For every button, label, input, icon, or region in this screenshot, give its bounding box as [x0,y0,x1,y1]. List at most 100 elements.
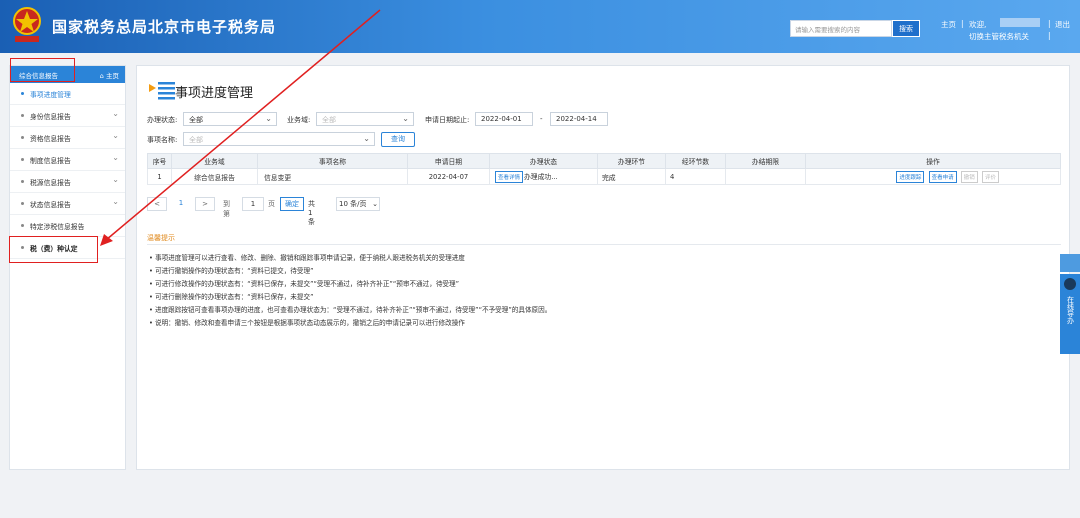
online-guide-widget[interactable]: 在线导办 [1060,254,1080,354]
page-title: 事项进度管理 [175,86,254,101]
goto-confirm-button[interactable]: 确定 [280,197,304,211]
goto-page-input[interactable]: 1 [242,197,264,211]
next-page-button[interactable]: > [195,197,215,211]
date-from-input[interactable]: 2022-04-01 [475,112,533,126]
online-guide-label: 在线导办 [1066,296,1075,324]
chevron-down-icon: ⌄ [112,109,119,118]
sidebar-item-tax-source[interactable]: 税源信息报告 ⌄ [10,171,125,193]
page-size-select[interactable]: 10 条/页 ⌄ [336,197,380,211]
progress-table: 序号 业务域 事项名称 申请日期 办理状态 办理环节 经环节数 办结期限 操作 … [147,153,1061,185]
bullet-icon [21,92,24,95]
query-button[interactable]: 查询 [381,132,415,147]
bullet-icon [21,136,24,139]
col-date: 申请日期 [407,153,490,169]
sidebar-item-status[interactable]: 状态信息报告 ⌄ [10,193,125,215]
sidebar: 综合信息报告 ⌂ 主页 事项进度管理 身份信息报告 ⌄ 资格信息报告 ⌄ 制度信… [9,65,126,470]
separator: | [1048,31,1051,40]
site-title: 国家税务总局北京市电子税务局 [52,18,277,36]
tax-emblem-icon [13,7,41,42]
track-progress-button[interactable]: 进度跟踪 [896,170,925,183]
goto-label: 到第 [223,200,230,218]
switch-org-link[interactable]: 切换主管税务机关 [969,31,1029,42]
table-header-row: 序号 业务域 事项名称 申请日期 办理状态 办理环节 经环节数 办结期限 操作 [147,153,1061,169]
col-domain: 业务域 [171,153,258,169]
col-steps: 经环节数 [665,153,726,169]
bullet-icon [21,158,24,161]
annotation-box-tax-type [9,236,98,263]
rate-button[interactable]: 评价 [981,170,999,183]
separator: | [1048,19,1051,28]
status-select[interactable]: 全部 ⌄ [183,112,277,126]
view-application-button[interactable]: 查看申请 [928,170,957,183]
date-separator: - [540,115,543,123]
cell-domain: 综合信息报告 [171,168,258,185]
cell-status: 查看详情 办理成功... [489,168,598,185]
status-filter-label: 办理状态: [147,116,178,124]
user-icon [1060,254,1080,272]
revoke-button[interactable]: 撤销 [960,170,978,183]
cell-actions: 进度跟踪 查看申请 撤销 评价 [805,168,1061,185]
search-input[interactable]: 请输入需要搜索的内容 [790,20,892,37]
col-index: 序号 [147,153,172,169]
col-deadline: 办结期限 [725,153,806,169]
chevron-down-icon: ⌄ [112,153,119,162]
cell-stage: 完成 [597,168,666,185]
chevron-down-icon: ⌄ [363,134,370,143]
col-status: 办理状态 [489,153,598,169]
tips-title: 温馨提示 [147,234,175,242]
chevron-down-icon: ⌄ [372,200,378,208]
tip-line-3: • 可进行修改操作的办理状态有：“资料已保存，未提交”“受理不通过，待补齐补正”… [149,280,460,288]
chevron-down-icon: ⌄ [265,114,272,123]
date-to-input[interactable]: 2022-04-14 [550,112,608,126]
sidebar-item-system[interactable]: 制度信息报告 ⌄ [10,149,125,171]
chevron-down-icon: ⌄ [112,131,119,140]
logout-link[interactable]: 退出 [1055,19,1070,30]
col-stage: 办理环节 [597,153,666,169]
item-select[interactable]: 全部 ⌄ [183,132,375,146]
cell-index: 1 [147,168,172,185]
bullet-icon [21,202,24,205]
sidebar-item-identity[interactable]: 身份信息报告 ⌄ [10,105,125,127]
sidebar-item-qualification[interactable]: 资格信息报告 ⌄ [10,127,125,149]
avatar-icon [1064,278,1076,290]
col-item: 事项名称 [257,153,408,169]
table-row: 1 综合信息报告 信息变更 2022-04-07 查看详情 办理成功... 完成 … [147,168,1061,185]
list-icon [149,82,175,100]
view-detail-button[interactable]: 查看详情 [495,170,524,183]
sidebar-item-progress[interactable]: 事项进度管理 [10,83,125,105]
tip-line-4: • 可进行删除操作的办理状态有：“资料已保存，未提交” [149,293,314,301]
item-filter-label: 事项名称: [147,136,178,144]
prev-page-button[interactable]: < [147,197,167,211]
bullet-icon [21,114,24,117]
page-number-1[interactable]: 1 [172,197,190,211]
home-link[interactable]: 主页 [941,19,956,30]
chevron-down-icon: ⌄ [112,197,119,206]
sidebar-item-specific[interactable]: 特定涉税信息报告 [10,215,125,237]
cell-deadline [725,168,806,185]
chevron-down-icon: ⌄ [402,114,409,123]
domain-select[interactable]: 全部 ⌄ [316,112,414,126]
user-name-redacted [1000,18,1040,27]
bullet-icon [21,180,24,183]
separator: | [961,19,964,28]
chevron-down-icon: ⌄ [112,175,119,184]
cell-item: 信息变更 [257,168,408,185]
tip-line-5: • 进度跟踪按钮可查看事项办理的进度，也可查看办理状态为：“受理不通过，待补齐补… [149,306,552,314]
online-guide-button[interactable]: 在线导办 [1060,274,1080,354]
search-button[interactable]: 搜索 [892,20,920,37]
total-count: 共 1 条 [308,200,315,226]
tip-line-1: • 事项进度管理可以进行查看、修改、删除、撤销和跟踪事项申请记录，便于纳税人跟进… [149,254,465,262]
tip-line-6: • 说明：撤销、修改和查看申请三个按钮是根据事项状态动态展示的，撤销之后的申请记… [149,319,465,327]
top-header: 国家税务总局北京市电子税务局 请输入需要搜索的内容 搜索 主页 | 欢迎, | … [0,0,1080,53]
welcome-text: 欢迎, [969,20,987,29]
main-panel: 事项进度管理 办理状态: 全部 ⌄ 业务域: 全部 ⌄ 申请日期起止: 2022-0… [136,65,1070,470]
bullet-icon [21,224,24,227]
annotation-box-section [10,58,75,82]
divider [147,244,1061,245]
domain-filter-label: 业务域: [287,116,311,124]
sidebar-home-link[interactable]: ⌂ 主页 [100,70,119,80]
cell-steps: 4 [665,168,726,185]
date-range-label: 申请日期起止: [425,116,470,124]
cell-date: 2022-04-07 [407,168,490,185]
col-actions: 操作 [805,153,1061,169]
